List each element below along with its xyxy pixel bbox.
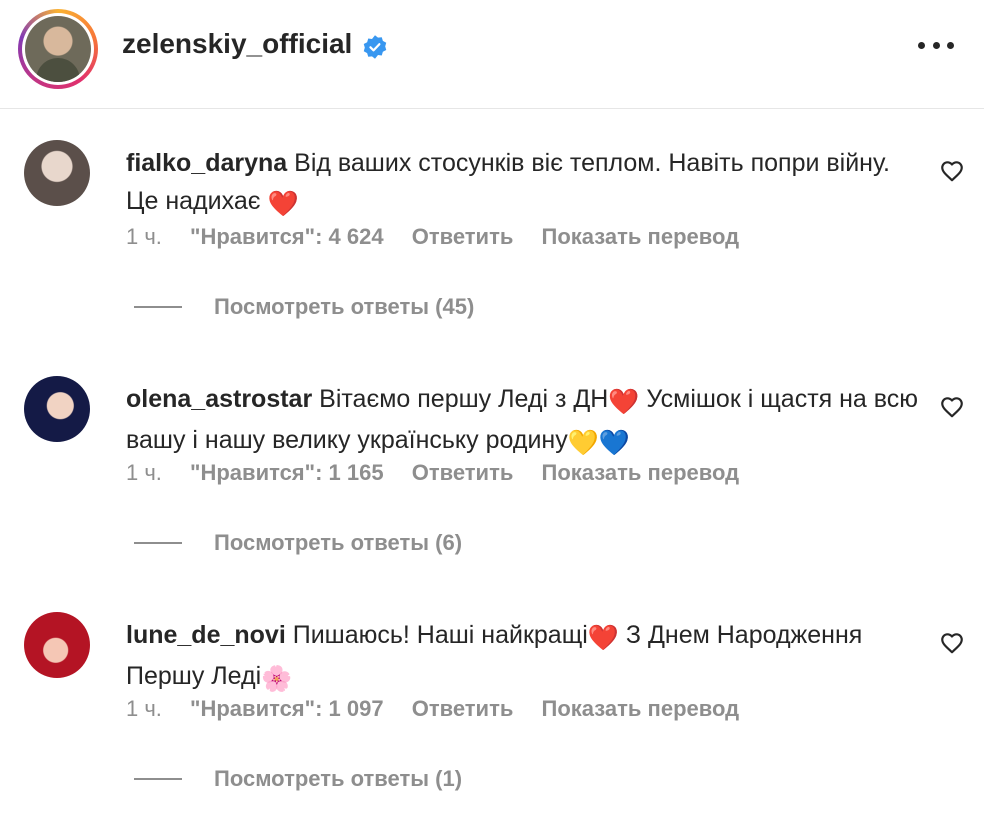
heart-icon[interactable] [938, 394, 966, 420]
divider-line [134, 542, 182, 544]
comment-text: Пишаюсь! Наші найкращі [292, 621, 588, 649]
story-ring[interactable] [18, 9, 98, 89]
show-translation-button[interactable]: Показать перевод [542, 696, 740, 721]
emoji: ❤️ [267, 190, 299, 218]
view-replies-button[interactable]: Посмотреть ответы (1) [134, 766, 462, 792]
heart-icon[interactable] [938, 158, 966, 184]
avatar[interactable] [25, 16, 91, 82]
divider-line [134, 306, 182, 308]
view-replies-button[interactable]: Посмотреть ответы (6) [134, 530, 462, 556]
comment-username[interactable]: lune_de_novi [126, 621, 286, 649]
comment-body: olena_astrostar Вітаємо першу Леді з ДН❤… [126, 380, 926, 462]
likes-count[interactable]: "Нравится": 4 624 [190, 224, 384, 249]
emoji: 💛💙 [567, 429, 630, 457]
view-replies-label: Посмотреть ответы (45) [214, 294, 475, 319]
comment-meta: 1 ч. "Нравится": 4 624 Ответить Показать… [126, 224, 761, 250]
comment-body: lune_de_novi Пишаюсь! Наші найкращі❤️ З … [126, 616, 926, 698]
comment-time[interactable]: 1 ч. [126, 224, 162, 249]
more-options-icon[interactable] [918, 30, 954, 60]
comment-item: fialko_daryna Від ваших стосунків віє те… [0, 140, 984, 340]
post-author-username[interactable]: zelenskiy_official [122, 28, 352, 60]
avatar[interactable] [24, 612, 90, 678]
comment-text: Вітаємо першу Леді з ДН [319, 385, 609, 413]
show-translation-button[interactable]: Показать перевод [542, 460, 740, 485]
comment-body: fialko_daryna Від ваших стосунків віє те… [126, 144, 926, 223]
reply-button[interactable]: Ответить [412, 224, 514, 249]
post-header: zelenskiy_official [0, 0, 984, 109]
show-translation-button[interactable]: Показать перевод [542, 224, 740, 249]
emoji: ❤️ [587, 624, 619, 652]
comment-item: olena_astrostar Вітаємо першу Леді з ДН❤… [0, 376, 984, 576]
heart-icon[interactable] [938, 630, 966, 656]
comment-time[interactable]: 1 ч. [126, 696, 162, 721]
comment-time[interactable]: 1 ч. [126, 460, 162, 485]
likes-count[interactable]: "Нравится": 1 165 [190, 460, 384, 485]
comment-meta: 1 ч. "Нравится": 1 165 Ответить Показать… [126, 460, 761, 486]
reply-button[interactable]: Ответить [412, 696, 514, 721]
view-replies-label: Посмотреть ответы (6) [214, 530, 463, 555]
emoji: ❤️ [608, 388, 640, 416]
comment-item: lune_de_novi Пишаюсь! Наші найкращі❤️ З … [0, 612, 984, 812]
divider-line [134, 778, 182, 780]
likes-count[interactable]: "Нравится": 1 097 [190, 696, 384, 721]
comment-username[interactable]: fialko_daryna [126, 149, 287, 177]
verified-icon [363, 35, 387, 59]
comment-meta: 1 ч. "Нравится": 1 097 Ответить Показать… [126, 696, 761, 722]
view-replies-button[interactable]: Посмотреть ответы (45) [134, 294, 474, 320]
avatar[interactable] [24, 376, 90, 442]
view-replies-label: Посмотреть ответы (1) [214, 766, 463, 791]
avatar[interactable] [24, 140, 90, 206]
emoji: 🌸 [261, 665, 293, 693]
comment-username[interactable]: olena_astrostar [126, 385, 312, 413]
reply-button[interactable]: Ответить [412, 460, 514, 485]
